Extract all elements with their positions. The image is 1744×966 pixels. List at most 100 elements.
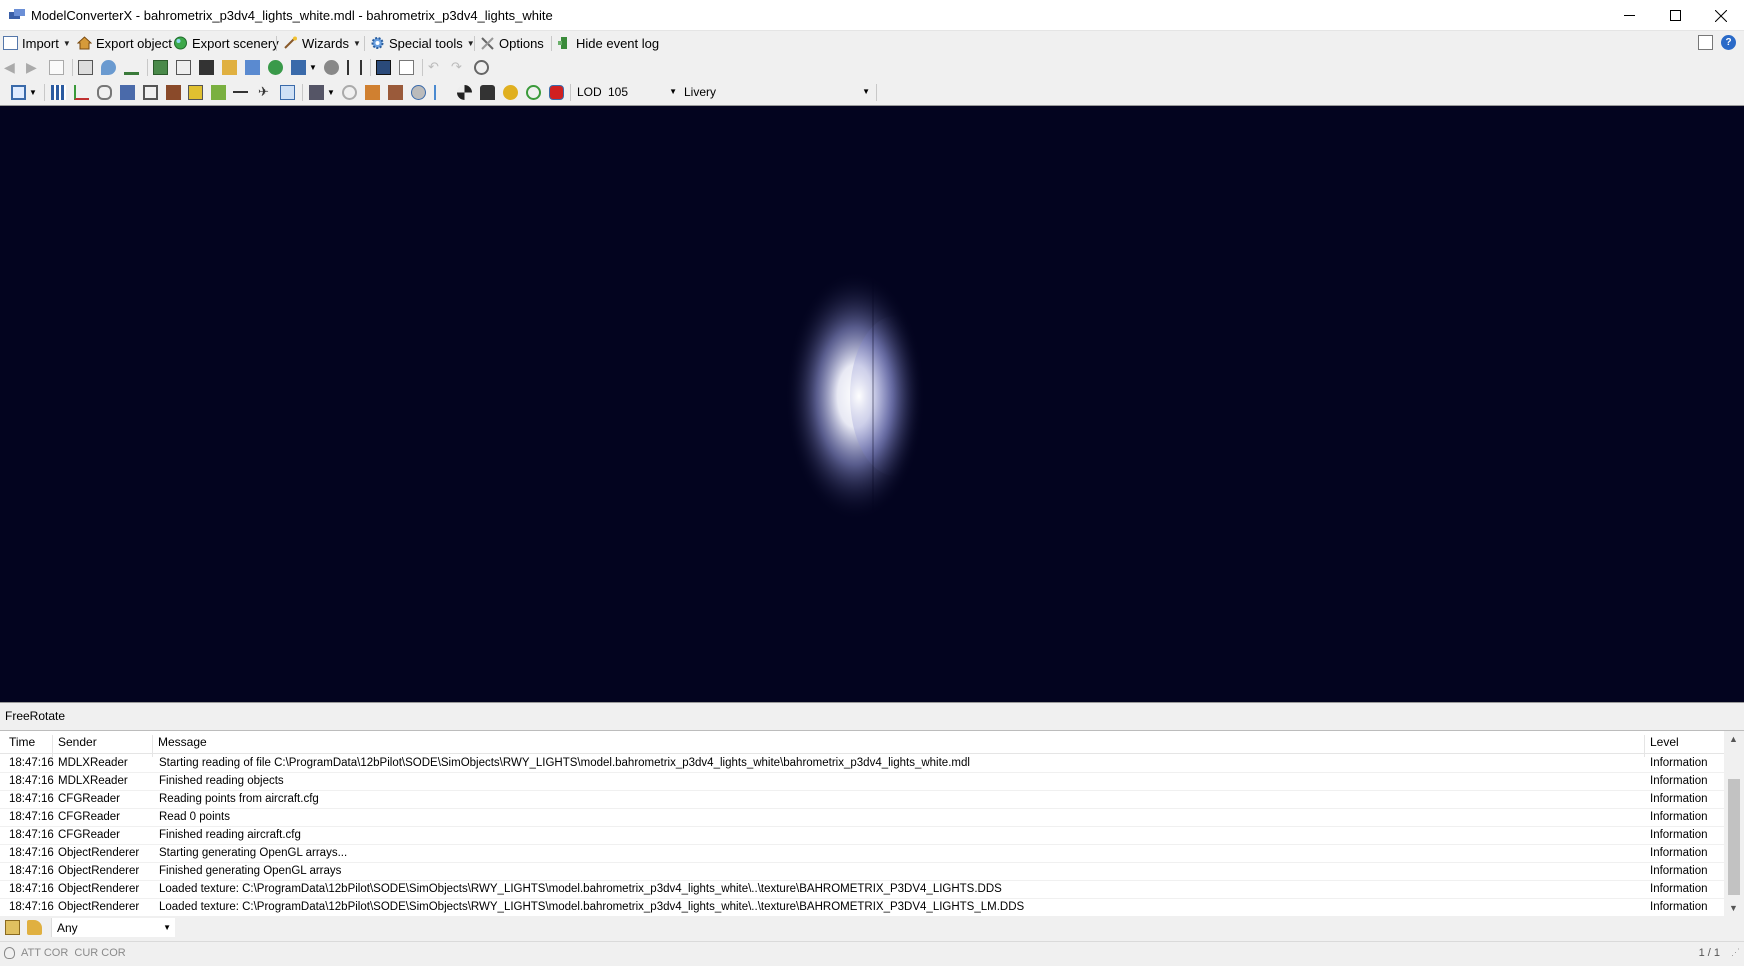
transform-icon[interactable] xyxy=(291,60,306,75)
fit-view-icon[interactable] xyxy=(11,85,26,100)
clear-broom-icon[interactable] xyxy=(27,920,42,935)
edit-icon[interactable] xyxy=(245,60,260,75)
nodes-icon[interactable] xyxy=(120,85,135,100)
event-log: Time Sender Message Level 18:47:16 MDLXRe… xyxy=(0,730,1744,917)
special-tools-menu[interactable]: Special tools ▼ xyxy=(370,34,475,52)
wizards-menu[interactable]: Wizards ▼ xyxy=(283,34,361,52)
log-row[interactable]: 18:47:16 MDLXReader Starting reading of fi… xyxy=(0,755,1724,773)
log-level: Information xyxy=(1650,775,1708,787)
title-bar: ModelConverterX - bahrometrix_p3dv4_ligh… xyxy=(0,0,1744,31)
app-icon xyxy=(9,9,25,19)
column-header-level[interactable]: Level xyxy=(1650,735,1679,749)
resize-grip-icon[interactable]: ⋰ xyxy=(1731,947,1740,958)
column-header-sender[interactable]: Sender xyxy=(58,735,97,749)
grid-icon[interactable] xyxy=(51,85,66,100)
cone-icon[interactable] xyxy=(480,85,495,100)
rig-icon[interactable] xyxy=(434,85,449,100)
livery-dropdown-arrow[interactable]: ▼ xyxy=(862,87,870,96)
log-row[interactable]: 18:47:16 ObjectRenderer Starting generatin… xyxy=(0,845,1724,863)
satellite-icon[interactable] xyxy=(324,60,339,75)
light-icon[interactable] xyxy=(503,85,518,100)
3d-viewport[interactable] xyxy=(0,105,1744,703)
log-row[interactable]: 18:47:16 ObjectRenderer Loaded texture: C:… xyxy=(0,881,1724,899)
earth-icon[interactable] xyxy=(268,60,283,75)
forward-arrow-icon[interactable]: ▶ xyxy=(26,60,41,75)
texture-icon[interactable] xyxy=(153,60,168,75)
transform-dropdown-arrow[interactable]: ▼ xyxy=(309,60,324,75)
level-filter-dropdown-arrow[interactable]: ▼ xyxy=(163,923,171,932)
zoom-icon[interactable] xyxy=(176,60,191,75)
magnifier-icon[interactable] xyxy=(78,60,93,75)
scrollbar-thumb[interactable] xyxy=(1728,779,1740,895)
lod-select[interactable]: 105 ▼ xyxy=(606,83,679,101)
textured-cube-icon[interactable] xyxy=(388,85,403,100)
tree-icon[interactable] xyxy=(347,60,362,75)
teapot-icon[interactable] xyxy=(549,85,564,100)
import-menu[interactable]: Import ▼ xyxy=(3,34,71,52)
layout-icon[interactable] xyxy=(1698,35,1713,50)
close-button[interactable] xyxy=(1698,0,1744,31)
minimize-button[interactable] xyxy=(1606,0,1652,31)
column-header-time[interactable]: Time xyxy=(9,735,35,749)
log-row[interactable]: 18:47:16 CFGReader Finished reading aircra… xyxy=(0,827,1724,845)
marker-icon[interactable] xyxy=(101,60,116,75)
globe-icon xyxy=(174,36,187,50)
dimension-icon[interactable] xyxy=(233,91,248,94)
lod-value: 105 xyxy=(608,85,629,99)
menu-separator xyxy=(364,36,365,51)
scroll-up-icon[interactable]: ▲ xyxy=(1729,734,1738,744)
log-row[interactable]: 18:47:16 ObjectRenderer Finished generatin… xyxy=(0,863,1724,881)
log-scrollbar[interactable]: ▲ ▼ xyxy=(1724,731,1744,917)
wizards-dropdown-arrow[interactable]: ▼ xyxy=(353,39,361,48)
lod-dropdown-arrow[interactable]: ▼ xyxy=(669,87,677,96)
redo-icon[interactable]: ↷ xyxy=(451,60,466,75)
settings-wheel-icon[interactable] xyxy=(342,85,357,100)
airplane-icon[interactable]: ✈ xyxy=(258,85,273,100)
help-icon[interactable]: ? xyxy=(1721,35,1736,50)
hierarchy-icon[interactable] xyxy=(124,60,139,75)
toolbar-separator xyxy=(570,84,571,101)
properties-icon[interactable] xyxy=(399,60,414,75)
sphere-icon[interactable] xyxy=(411,85,426,100)
page-icon[interactable] xyxy=(49,60,64,75)
import-label: Import xyxy=(22,35,59,51)
hide-event-log-button[interactable]: Hide event log xyxy=(557,34,659,52)
undo-icon[interactable]: ↶ xyxy=(428,60,443,75)
solid-box-icon[interactable] xyxy=(166,85,181,100)
livery-select[interactable]: ▼ xyxy=(722,83,872,101)
refresh-icon[interactable] xyxy=(526,85,541,100)
attach-icon[interactable] xyxy=(97,85,112,100)
edit-note-icon[interactable] xyxy=(5,920,20,935)
folder-icon[interactable] xyxy=(222,60,237,75)
ground-icon[interactable] xyxy=(211,85,226,100)
fit-view-dropdown-arrow[interactable]: ▼ xyxy=(29,85,44,100)
toolbar-separator xyxy=(370,59,371,76)
menu-separator xyxy=(551,36,552,51)
level-filter-select[interactable]: Any ▼ xyxy=(51,918,175,937)
log-time: 18:47:16 xyxy=(9,775,54,787)
material-icon[interactable] xyxy=(188,85,203,100)
import-dropdown-arrow[interactable]: ▼ xyxy=(63,39,71,48)
export-object-button[interactable]: Export object xyxy=(77,34,172,52)
scroll-down-icon[interactable]: ▼ xyxy=(1729,903,1738,913)
toolbar-separator xyxy=(44,84,45,101)
camera-dropdown-arrow[interactable]: ▼ xyxy=(327,85,342,100)
film-icon[interactable] xyxy=(199,60,214,75)
axes-icon[interactable] xyxy=(74,85,89,100)
cross-lines-icon[interactable] xyxy=(280,85,295,100)
log-row[interactable]: 18:47:16 CFGReader Read 0 points Informatio… xyxy=(0,809,1724,827)
export-scenery-button[interactable]: Export scenery xyxy=(173,34,279,52)
column-header-message[interactable]: Message xyxy=(158,735,207,749)
timer-icon[interactable] xyxy=(474,60,489,75)
log-row[interactable]: 18:47:16 MDLXReader Finished reading objec… xyxy=(0,773,1724,791)
log-row[interactable]: 18:47:16 CFGReader Reading points from air… xyxy=(0,791,1724,809)
cube-icon[interactable] xyxy=(365,85,380,100)
screenshot-icon[interactable] xyxy=(376,60,391,75)
log-row[interactable]: 18:47:16 ObjectRenderer Loaded texture: C:… xyxy=(0,899,1724,917)
wireframe-box-icon[interactable] xyxy=(143,85,158,100)
checker-ball-icon[interactable] xyxy=(457,85,472,100)
maximize-button[interactable] xyxy=(1652,0,1698,31)
camera-icon[interactable] xyxy=(309,85,324,100)
back-arrow-icon[interactable]: ◀ xyxy=(4,60,19,75)
options-button[interactable]: Options xyxy=(480,34,544,52)
